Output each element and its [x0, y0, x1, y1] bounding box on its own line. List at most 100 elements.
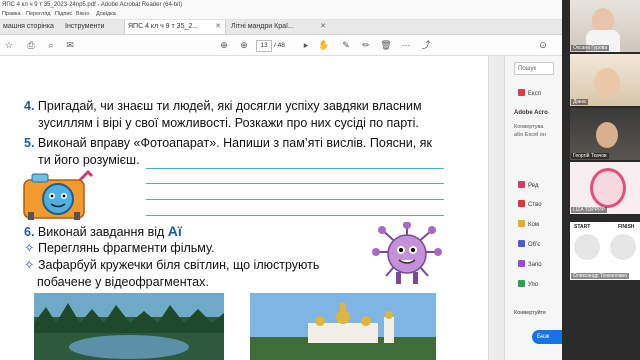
adobe-acrobat-title: Adobe Acro	[514, 110, 548, 116]
combine-icon	[518, 240, 525, 247]
participant-tile[interactable]: Оксана Гурова	[570, 0, 640, 52]
exercise-4-line2: зусиллям і вірі у свої можливості. Розка…	[38, 116, 419, 130]
participant-name: LIZA TOPPPP	[571, 207, 607, 213]
exercise-6: 6. Виконай завдання від Aї	[24, 223, 324, 241]
create-icon	[518, 200, 525, 207]
page-total: / 48	[274, 42, 285, 49]
writing-line	[146, 183, 444, 184]
slide-finish-label: FINISH	[618, 224, 635, 230]
tool-combine-item[interactable]: Об'є	[518, 240, 540, 248]
exercise-5-line1: Виконай вправу «Фотоапарат». Напиши з па…	[37, 136, 432, 150]
share-icon[interactable]: ⤴	[420, 39, 432, 51]
diamond-bullet-icon: ✧	[24, 258, 35, 272]
tool-label: Ред	[528, 183, 539, 189]
menu-item-help[interactable]: Довідка	[96, 10, 116, 19]
writing-line	[146, 168, 444, 169]
exercise-5: 5. Виконай вправу «Фотоапарат». Напиши з…	[24, 135, 464, 152]
edit-icon	[518, 181, 525, 188]
select-tool-icon[interactable]: ▸	[300, 39, 312, 51]
delete-icon[interactable]: 🗑	[380, 39, 392, 51]
window-title: ЯПС 4 кл ч 9 т 35_2023-24np5.pdf - Adobe…	[2, 2, 183, 8]
hand-tool-icon[interactable]: ✋	[318, 39, 330, 51]
bullet-1-text: Переглянь фрагменти фільму.	[37, 241, 215, 255]
photo-forest-lake	[34, 293, 224, 360]
exercise-4: 4. Пригадай, чи знаєш ти людей, які дося…	[24, 98, 464, 115]
slide-image-left	[574, 234, 600, 260]
slide-start-label: START	[574, 224, 591, 230]
writing-line	[146, 215, 444, 216]
slide-image-right	[610, 234, 636, 260]
tool-comment-item[interactable]: Ком	[518, 220, 539, 228]
tool-organize-item[interactable]: Упо	[518, 280, 538, 288]
virus-mascot-image	[372, 222, 442, 284]
tab-document-2-label: Літні мандри Краї...	[231, 23, 294, 30]
participant-name: Діана	[571, 99, 588, 105]
exercise-6-number: 6.	[24, 225, 35, 239]
tools-search-input[interactable]: Пошук	[514, 62, 554, 75]
participant-name: Олександр Тонконожко	[571, 273, 629, 279]
tab-bar: машня сторінка Інструменти ЯПС 4 кл ч 9 …	[0, 20, 562, 35]
export-label: Експ	[528, 91, 541, 97]
free-trial-button[interactable]: Безк	[532, 330, 562, 344]
exercise-5-number: 5.	[24, 136, 35, 150]
participant-tile[interactable]: LIZA TOPPPP	[570, 162, 640, 214]
bullet-1: ✧ Переглянь фрагменти фільму.	[24, 240, 215, 257]
adobe-desc-2: або Excel он	[514, 132, 546, 138]
exercise-4-line1: Пригадай, чи знаєш ти людей, які досягли…	[37, 99, 422, 113]
print-icon[interactable]: ⎙	[25, 39, 37, 51]
participant-tile[interactable]: START FINISH Олександр Тонконожко	[570, 222, 640, 280]
tool-create-item[interactable]: Ство	[518, 200, 542, 208]
toolbar: ☆ ⎙ ⌕ ✉ ⊕ ⊕ 13 / 48 ▸ ✋ ✎ ✏ 🗑 ⋯ ⤴ ⊙	[0, 35, 562, 56]
tab-home[interactable]: машня сторінка	[0, 20, 60, 34]
convert-label: Конвертуйте	[514, 310, 547, 316]
scrollbar[interactable]	[488, 56, 505, 360]
tool-label: Ком	[528, 222, 539, 228]
highlight-icon[interactable]: ✏	[360, 39, 372, 51]
tool-label: Запо	[528, 262, 542, 268]
participant-name: Оксана Гурова	[571, 45, 610, 51]
close-tab-icon[interactable]: ✕	[215, 20, 221, 34]
close-tab-icon[interactable]: ✕	[320, 20, 326, 34]
page-down-icon[interactable]: ⊕	[238, 39, 250, 51]
participant-avatar	[590, 168, 626, 208]
tool-label: Об'є	[528, 242, 541, 248]
participant-tile[interactable]: Діана	[570, 54, 640, 106]
tool-label: Ство	[528, 202, 542, 208]
sign-in-icon[interactable]: ⊙	[537, 39, 549, 51]
page-number-input[interactable]: 13	[256, 40, 272, 52]
participant-tile[interactable]: Георгій Ткачов	[570, 108, 640, 160]
menu-item-window[interactable]: Вікно	[76, 10, 89, 19]
tool-edit-item[interactable]: Ред	[518, 181, 538, 189]
photo-monastery	[250, 293, 436, 360]
menu-bar: Правка Перегляд Підпис Вікно Довідка	[0, 10, 562, 20]
diamond-bullet-icon: ✧	[24, 241, 35, 255]
exercise-5-line2: ти його розумієш.	[38, 153, 140, 167]
search-icon[interactable]: ⌕	[45, 39, 57, 51]
tool-fill-item[interactable]: Запо	[518, 260, 542, 268]
menu-item-view[interactable]: Перегляд	[26, 10, 50, 19]
tool-label: Упо	[528, 282, 539, 288]
writing-line	[146, 199, 444, 200]
camera-mascot-image	[23, 169, 94, 220]
menu-item-sign[interactable]: Підпис	[55, 10, 72, 19]
participant-video	[594, 68, 620, 98]
tab-tools[interactable]: Інструменти	[62, 20, 122, 34]
participant-name: Георгій Ткачов	[571, 153, 609, 159]
adobe-desc-1: Конвертува	[514, 124, 544, 130]
page-up-icon[interactable]: ⊕	[218, 39, 230, 51]
exercise-4-number: 4.	[24, 99, 35, 113]
mail-icon[interactable]: ✉	[64, 39, 76, 51]
bullet-2-text-b: побачене у відеофрагментах.	[37, 275, 209, 289]
comment-icon	[518, 220, 525, 227]
organize-icon	[518, 280, 525, 287]
tab-document-active[interactable]: ЯПС 4 кл ч 9 т 35_2... ✕	[124, 20, 226, 34]
fill-sign-icon	[518, 260, 525, 267]
pdf-page: 4. Пригадай, чи знаєш ти людей, які дося…	[0, 56, 488, 360]
comment-icon[interactable]: ✎	[340, 39, 352, 51]
save-icon[interactable]: ☆	[3, 39, 15, 51]
tab-home-label: машня сторінка	[3, 23, 54, 30]
menu-item-edit[interactable]: Правка	[2, 10, 21, 19]
more-tools-icon[interactable]: ⋯	[400, 39, 412, 51]
tab-document-2[interactable]: Літні мандри Краї... ✕	[228, 20, 330, 34]
export-pdf-item[interactable]: Експ	[518, 89, 541, 97]
